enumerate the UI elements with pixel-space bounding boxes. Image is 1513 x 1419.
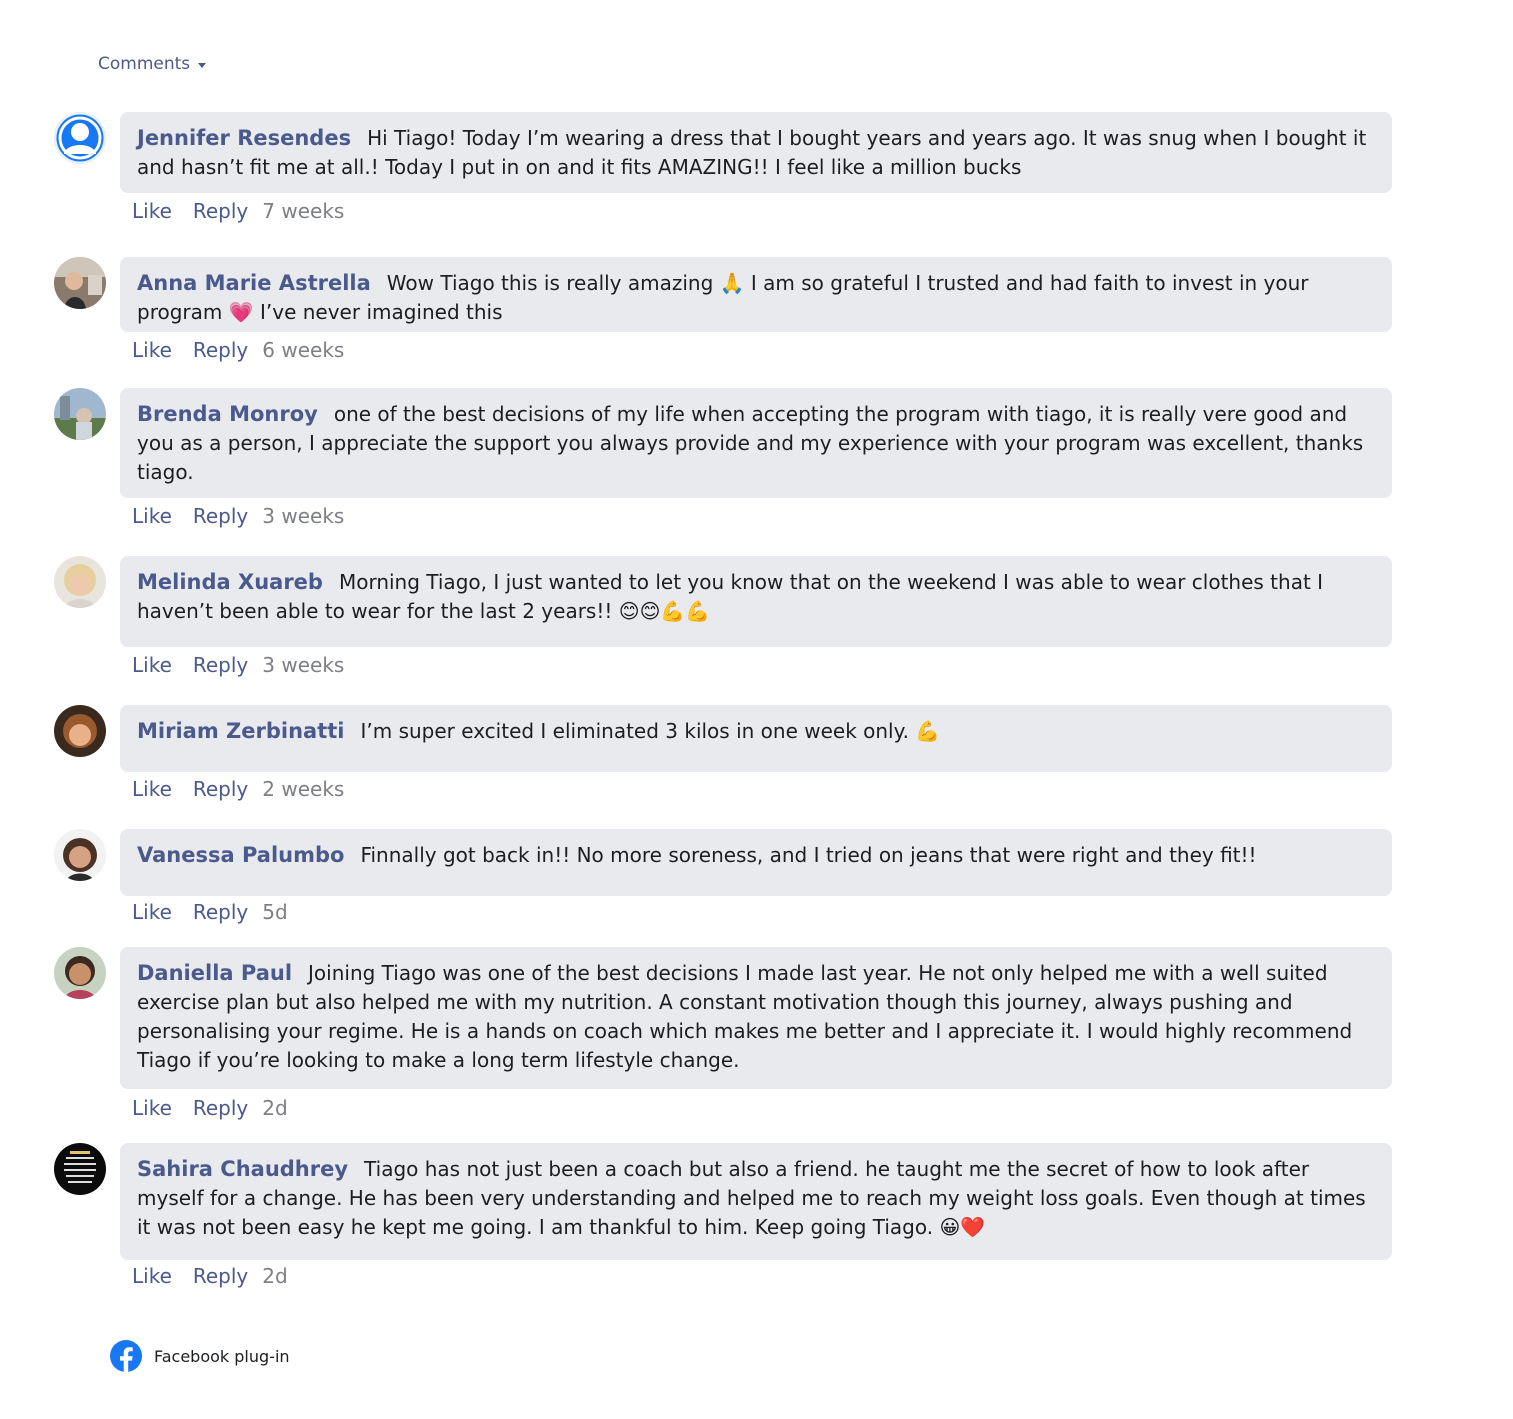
facebook-plugin-label: Facebook plug-in xyxy=(154,1346,290,1366)
reply-button[interactable]: Reply xyxy=(193,777,248,801)
avatar[interactable] xyxy=(54,257,106,309)
comment-bubble: Jennifer Resendes Hi Tiago! Today I’m wea… xyxy=(120,112,1392,193)
comment-timestamp: 2d xyxy=(262,1096,288,1120)
comment-text: I’m super excited I eliminated 3 kilos i… xyxy=(360,719,941,743)
reply-button[interactable]: Reply xyxy=(193,1264,248,1288)
like-button[interactable]: Like xyxy=(132,900,172,924)
avatar[interactable] xyxy=(54,556,106,608)
comment-bubble: Daniella Paul Joining Tiago was one of th… xyxy=(120,947,1392,1089)
like-button[interactable]: Like xyxy=(132,777,172,801)
avatar[interactable] xyxy=(54,829,106,881)
comments-label: Comments xyxy=(98,54,191,74)
comment-timestamp: 2d xyxy=(262,1264,288,1288)
comment-timestamp: 2 weeks xyxy=(262,777,345,801)
caret-down-icon xyxy=(198,62,207,68)
comment-text: one of the best decisions of my life whe… xyxy=(137,402,1364,484)
reply-button[interactable]: Reply xyxy=(193,900,248,924)
reply-button[interactable]: Reply xyxy=(193,199,248,223)
reply-button[interactable]: Reply xyxy=(193,504,248,528)
like-button[interactable]: Like xyxy=(132,199,172,223)
comment-author[interactable]: Jennifer Resendes xyxy=(137,126,351,150)
comment-author[interactable]: Brenda Monroy xyxy=(137,402,318,426)
comment-bubble: Vanessa Palumbo Finnally got back in!! No… xyxy=(120,829,1392,896)
comment-timestamp: 3 weeks xyxy=(262,653,345,677)
facebook-plugin-footer[interactable]: Facebook plug-in xyxy=(110,1340,290,1372)
comment-bubble: Sahira Chaudhrey Tiago has not just been … xyxy=(120,1143,1392,1260)
avatar[interactable] xyxy=(54,388,106,440)
like-button[interactable]: Like xyxy=(132,1264,172,1288)
comment-timestamp: 6 weeks xyxy=(262,338,345,362)
comment-author[interactable]: Daniella Paul xyxy=(137,961,292,985)
comment-bubble: Anna Marie Astrella Wow Tiago this is rea… xyxy=(120,257,1392,332)
comment-bubble: Melinda Xuareb Morning Tiago, I just want… xyxy=(120,556,1392,647)
comment-author[interactable]: Miriam Zerbinatti xyxy=(137,719,344,743)
like-button[interactable]: Like xyxy=(132,338,172,362)
comment-author[interactable]: Vanessa Palumbo xyxy=(137,843,344,867)
comment-bubble: Brenda Monroy one of the best decisions o… xyxy=(120,388,1392,498)
comments-sort-dropdown[interactable]: Comments xyxy=(98,54,207,74)
avatar[interactable] xyxy=(54,705,106,757)
comment-text: Finnally got back in!! No more soreness,… xyxy=(360,843,1257,867)
like-button[interactable]: Like xyxy=(132,1096,172,1120)
comment-timestamp: 5d xyxy=(262,900,288,924)
comment-timestamp: 7 weeks xyxy=(262,199,345,223)
reply-button[interactable]: Reply xyxy=(193,1096,248,1120)
reply-button[interactable]: Reply xyxy=(193,653,248,677)
reply-button[interactable]: Reply xyxy=(193,338,248,362)
like-button[interactable]: Like xyxy=(132,653,172,677)
comment-author[interactable]: Melinda Xuareb xyxy=(137,570,323,594)
avatar[interactable] xyxy=(54,1143,106,1195)
facebook-icon xyxy=(110,1340,142,1372)
avatar[interactable] xyxy=(54,947,106,999)
comment-text: Joining Tiago was one of the best decisi… xyxy=(137,961,1353,1072)
avatar-default-icon[interactable] xyxy=(54,112,106,164)
comment-author[interactable]: Anna Marie Astrella xyxy=(137,271,371,295)
comment-author[interactable]: Sahira Chaudhrey xyxy=(137,1157,348,1181)
like-button[interactable]: Like xyxy=(132,504,172,528)
comment-timestamp: 3 weeks xyxy=(262,504,345,528)
comment-bubble: Miriam Zerbinatti I’m super excited I eli… xyxy=(120,705,1392,772)
